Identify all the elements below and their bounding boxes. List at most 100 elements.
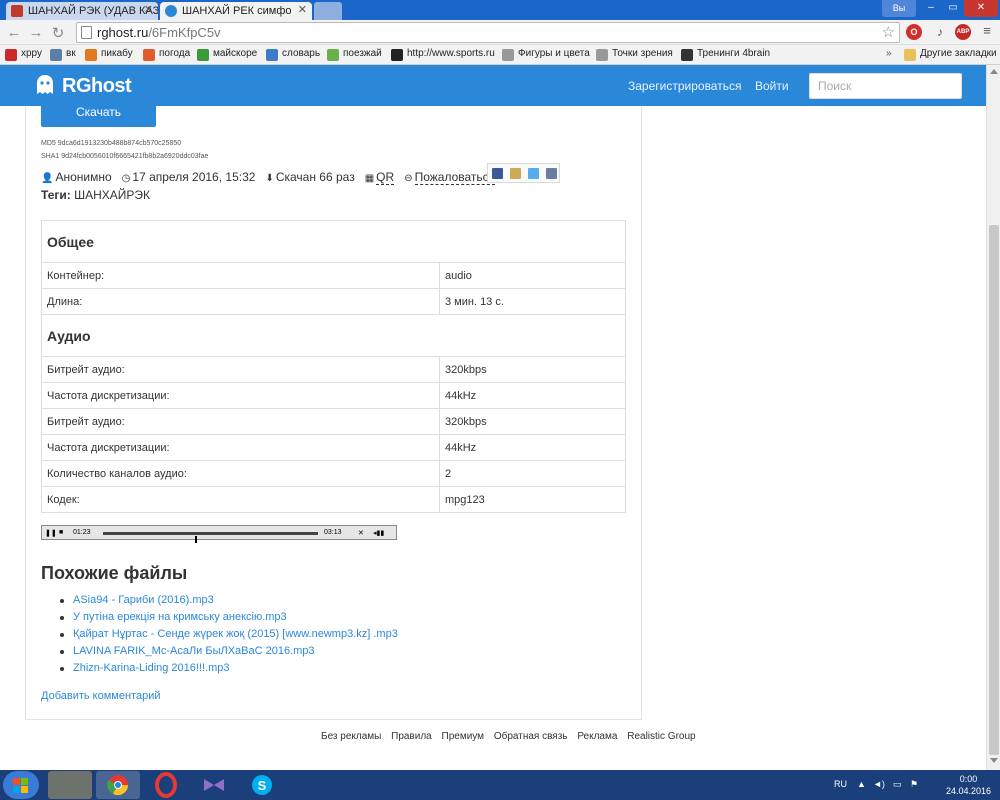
back-icon[interactable]: ← (5, 24, 23, 41)
twitter-icon[interactable] (528, 168, 539, 179)
similar-file-link[interactable]: Қайрат Нұртас - Сенде жүрек жоқ (2015) [… (73, 628, 398, 640)
tab-inactive[interactable]: ШАНХАЙ РЭК (УДАВ КАЗ ✕ (6, 2, 158, 20)
similar-files-list: ASia94 - Гариби (2016).mp3 У путіна ерек… (60, 594, 398, 679)
table-row: Частота дискретизации: 44kHz (41, 382, 626, 409)
table-row: Кодек: mpg123 (41, 486, 626, 513)
similar-file-link[interactable]: У путіна ерекція на кримську анексію.mp3 (73, 611, 287, 623)
address-bar[interactable]: rghost.ru/6FmKfpC5v ☆ (76, 22, 900, 43)
table-row: Битрейт аудио: 320kbps (41, 356, 626, 383)
bookmark-item[interactable]: пикабу (85, 48, 133, 61)
tags: Теги: ШАНХАЙРЭК (41, 188, 150, 202)
sha1-hash: SHA1 9d24fcb0056010f6665421fb8b2a6920ddc… (41, 153, 209, 160)
page-scrollbar[interactable] (986, 65, 1000, 770)
info-value: 44kHz (439, 382, 626, 409)
info-value: mpg123 (439, 486, 626, 513)
report-link[interactable]: Пожаловаться (414, 170, 496, 185)
chrome-taskbar-icon[interactable] (96, 771, 140, 799)
close-tab-icon[interactable]: ✕ (298, 3, 307, 16)
info-key: Контейнер: (41, 262, 440, 289)
footer-link[interactable]: Премиум (442, 731, 485, 742)
footer-link[interactable]: Realistic Group (627, 731, 695, 742)
footer-link[interactable]: Обратная связь (494, 731, 568, 742)
odnoklassniki-icon[interactable] (510, 168, 521, 179)
tray-expand-icon[interactable]: ▲ (857, 779, 866, 789)
skype-taskbar-icon[interactable]: S (240, 771, 284, 799)
section-audio-title: Аудио (41, 314, 626, 357)
other-bookmarks[interactable]: Другие закладки (904, 48, 997, 61)
bookmark-item[interactable]: http://www.sports.ru (391, 48, 495, 61)
maximize-icon[interactable]: ▭ (942, 0, 964, 17)
bookmark-item[interactable]: вк (50, 48, 76, 61)
qr-link[interactable]: QR (376, 170, 395, 185)
profile-button[interactable]: Вы (882, 0, 916, 17)
download-button[interactable]: Скачать (41, 106, 156, 127)
mute-icon[interactable]: ✕ (358, 529, 364, 537)
stop-icon[interactable]: ■ (59, 529, 63, 536)
other-bookmarks-label: Другие закладки (920, 48, 997, 59)
similar-file-link[interactable]: LAVINA FARIK_Mc-АсаЛи БыЛХаВаС 2016.mp3 (73, 645, 315, 657)
menu-icon[interactable]: ≡ (979, 24, 995, 40)
add-comment-link[interactable]: Добавить комментарий (41, 690, 160, 702)
footer-link[interactable]: Правила (391, 731, 432, 742)
vk-icon[interactable] (546, 168, 557, 179)
bookmark-item[interactable]: Точки зрения (596, 48, 673, 61)
flag-tray-icon[interactable]: ⚑ (910, 779, 918, 790)
bookmark-favicon-icon (85, 49, 97, 61)
bookmark-item[interactable]: поезжай (327, 48, 382, 61)
forward-icon[interactable]: → (27, 24, 45, 41)
scroll-up-icon[interactable] (990, 69, 998, 74)
similar-files-title: Похожие файлы (41, 563, 188, 583)
visual-studio-taskbar-icon[interactable] (192, 771, 236, 799)
new-tab-button[interactable] (314, 2, 342, 20)
tab-active[interactable]: ШАНХАЙ РЕК симфо ✕ (160, 2, 312, 20)
footer-link[interactable]: Без рекламы (321, 731, 381, 742)
list-item: Қайрат Нұртас - Сенде жүрек жоқ (2015) [… (60, 628, 398, 645)
bookmark-favicon-icon (596, 49, 608, 61)
seek-bar[interactable] (103, 532, 318, 543)
opera-extension-icon[interactable]: O (906, 24, 922, 40)
bookmark-item[interactable]: погода (143, 48, 190, 61)
tag-value[interactable]: ШАНХАЙРЭК (74, 188, 150, 202)
logo-text[interactable]: RGhost (62, 75, 132, 98)
explorer-taskbar-icon[interactable] (48, 771, 92, 799)
close-tab-icon[interactable]: ✕ (144, 3, 153, 16)
volume-tray-icon[interactable]: ◄) (873, 779, 885, 789)
reload-icon[interactable]: ↻ (49, 24, 67, 42)
seek-handle[interactable] (195, 536, 197, 543)
bookmark-item[interactable]: словарь (266, 48, 320, 61)
system-clock[interactable]: 0:00 24.04.2016 (946, 773, 991, 797)
footer-link[interactable]: Реклама (577, 731, 617, 742)
facebook-icon[interactable] (492, 168, 503, 179)
windows-start-button[interactable] (3, 771, 39, 799)
bookmarks-overflow-icon[interactable]: » (886, 48, 892, 59)
bookmark-item[interactable]: майскоре (197, 48, 257, 61)
similar-file-link[interactable]: Zhizn-Karina-Liding 2016!!!.mp3 (73, 662, 230, 674)
similar-file-link[interactable]: ASia94 - Гариби (2016).mp3 (73, 594, 214, 606)
ghost-logo-icon[interactable] (33, 73, 57, 97)
bookmark-item[interactable]: Фигуры и цвета (502, 48, 590, 61)
minus-circle-icon: ⊖ (404, 173, 413, 184)
minimize-icon[interactable]: – (920, 0, 942, 17)
site-header: RGhost Зарегистрироваться Войти Поиск (0, 65, 986, 106)
user-icon: 👤 (41, 173, 54, 184)
volume-icon[interactable]: ◂▮▮ (373, 529, 384, 537)
close-window-icon[interactable]: ✕ (964, 0, 998, 17)
opera-taskbar-icon[interactable] (144, 771, 188, 799)
bookmark-item[interactable]: Тренинги 4brain (681, 48, 771, 61)
pause-icon[interactable]: ❚❚ (45, 529, 57, 537)
author: Анонимно (55, 170, 112, 184)
scroll-down-icon[interactable] (990, 758, 998, 763)
site-footer: Без рекламы Правила Премиум Обратная свя… (321, 731, 703, 742)
search-input[interactable]: Поиск (809, 73, 962, 99)
svg-text:S: S (258, 778, 267, 793)
adblock-extension-icon[interactable]: ABP (955, 24, 971, 40)
login-link[interactable]: Войти (755, 79, 789, 93)
language-indicator[interactable]: RU (834, 779, 847, 789)
register-link[interactable]: Зарегистрироваться (628, 79, 741, 93)
scrollbar-thumb[interactable] (989, 225, 999, 755)
bookmark-label: Тренинги 4brain (697, 48, 771, 59)
network-tray-icon[interactable]: ▭ (893, 779, 902, 790)
bookmark-item[interactable]: хрру (5, 48, 42, 61)
microphone-extension-icon[interactable]: ♪ (932, 24, 948, 40)
bookmark-star-icon[interactable]: ☆ (882, 23, 895, 41)
